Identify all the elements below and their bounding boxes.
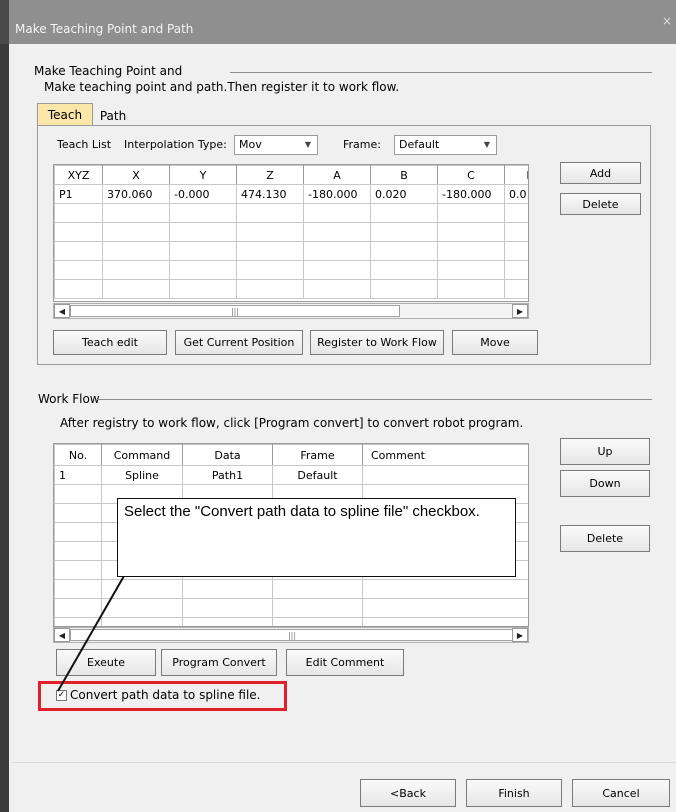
footer-divider bbox=[12, 762, 676, 763]
finish-button[interactable]: Finish bbox=[466, 779, 562, 807]
cancel-button[interactable]: Cancel bbox=[572, 779, 670, 807]
callout-pointer-line bbox=[57, 575, 125, 692]
callout-pointer bbox=[57, 575, 125, 692]
instruction-callout: Select the "Convert path data to spline … bbox=[117, 498, 516, 577]
back-button[interactable]: <Back bbox=[360, 779, 456, 807]
